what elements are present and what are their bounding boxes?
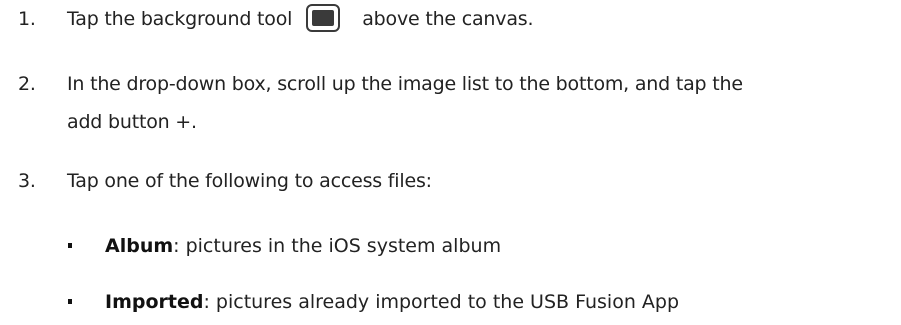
step-text-before-icon: Tap the background tool [67,8,293,30]
step-number: 2. [18,73,36,95]
step-text-line-1: In the drop-down box, scroll up the imag… [67,73,743,95]
option-description: : pictures already imported to the USB F… [203,291,680,313]
step-number: 3. [18,170,36,192]
option-text: Album: pictures in the iOS system album [105,227,501,265]
instruction-document: 1. Tap the background tool above the canv… [0,0,901,325]
option-text: Imported: pictures already imported to t… [105,283,679,321]
option-description: : pictures in the iOS system album [173,235,502,257]
option-term: Album [105,235,174,257]
background-tool-icon [306,3,341,32]
bullet-marker [68,243,72,248]
option-term: Imported [105,291,204,313]
step-text-after-icon: above the canvas. [362,8,534,30]
bullet-marker [68,299,72,304]
step-text: Tap one of the following to access files… [67,170,432,192]
step-text: In the drop-down box, scroll up the imag… [67,65,887,141]
step-text: Tap the background tool above the canvas. [67,0,887,38]
background-tool-fill [312,9,335,26]
step-number: 1. [18,8,36,30]
step-text-line-2: add button +. [67,111,197,133]
